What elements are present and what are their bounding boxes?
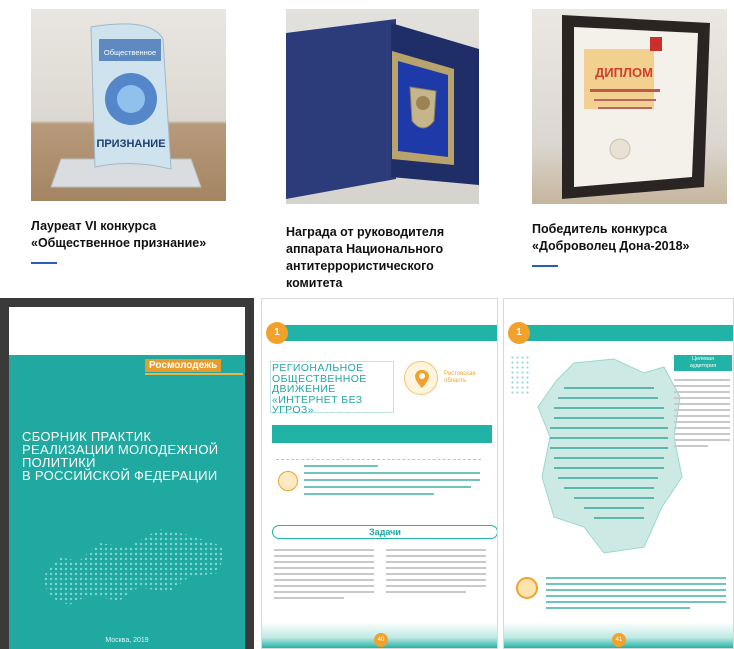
region-label: Ростовская область: [444, 371, 476, 385]
award-caption-1: Лауреат VI конкурса «Общественное призна…: [31, 218, 206, 252]
brochure-page-3[interactable]: 1 Целевая аудитория 41: [503, 298, 734, 649]
page-title: РЕГИОНАЛЬНОЕ ОБЩЕСТВЕННОЕ ДВИЖЕНИЕ «ИНТЕ…: [272, 363, 392, 416]
cover-page: Росмолодежь СБОРНИК ПРАКТИК РЕАЛИЗАЦИИ М…: [9, 307, 245, 649]
page-number: 41: [612, 633, 626, 647]
results-text: [546, 577, 726, 613]
location-pin-icon: [404, 361, 438, 395]
dot-pattern: [510, 355, 530, 395]
cover-city-year: Москва, 2019: [105, 637, 149, 644]
diploma-title-text: ДИПЛОМ: [595, 65, 653, 80]
caption-underline: [31, 262, 57, 264]
target-icon: [278, 471, 298, 491]
award-caption-line: аппарата Национального: [286, 242, 444, 256]
award-caption-line: комитета: [286, 276, 343, 290]
cover-brand-underline: [145, 373, 243, 375]
award-caption-2: Награда от руководителя аппарата Национа…: [286, 224, 444, 292]
glass-trophy-photo: Общественное ПРИЗНАНИЕ: [31, 9, 226, 201]
tasks-text-left: [274, 549, 374, 603]
russia-dot-map: [43, 529, 225, 605]
cover-title-line: В РОССИЙСКОЙ ФЕДЕРАЦИИ: [22, 468, 218, 483]
region-map: [537, 358, 683, 554]
plaque-photo: [286, 9, 479, 204]
page-title-line: РЕГИОНАЛЬНОЕ: [272, 362, 364, 374]
brochure-page-2[interactable]: 1 РЕГИОНАЛЬНОЕ ОБЩЕСТВЕННОЕ ДВИЖЕНИЕ «ИН…: [261, 298, 498, 649]
award-caption-line: Награда от руководителя: [286, 225, 445, 239]
audience-text: [674, 379, 730, 451]
goal-text-lines: [304, 465, 489, 500]
region-label-line: Ростовская: [444, 371, 476, 377]
target-audience-label: Целевая аудитория: [674, 355, 732, 371]
section-number-badge: 1: [508, 322, 530, 344]
cover-brand: Росмолодежь: [145, 359, 222, 372]
award-caption-line: антитеррористического: [286, 259, 434, 273]
page-header-bar: [272, 325, 497, 341]
award-caption-3: Победитель конкурса «Доброволец Дона-201…: [532, 221, 689, 255]
page-number: 40: [374, 633, 388, 647]
page-title-line: УГРОЗ»: [272, 404, 314, 416]
trophy-text-line1: Общественное: [104, 48, 156, 57]
page-title-line: ДВИЖЕНИЕ: [272, 383, 336, 395]
cover-title: СБОРНИК ПРАКТИК РЕАЛИЗАЦИИ МОЛОДЕЖНОЙ ПО…: [22, 430, 238, 482]
target-audience-line: аудитория: [689, 363, 717, 369]
section-number-badge: 1: [266, 322, 288, 344]
award-caption-line: Лауреат VI конкурса: [31, 219, 157, 233]
trophy-text-line2: ПРИЗНАНИЕ: [96, 138, 165, 150]
award-caption-line: «Доброволец Дона-2018»: [532, 239, 690, 253]
info-strip: [272, 425, 492, 443]
cover-top-band: [9, 307, 245, 355]
book-cover[interactable]: Росмолодежь СБОРНИК ПРАКТИК РЕАЛИЗАЦИИ М…: [0, 298, 254, 649]
page-header-bar: [514, 325, 733, 341]
diploma-photo: ДИПЛОМ: [532, 9, 727, 204]
tasks-heading: Задачи: [272, 525, 497, 539]
tasks-text-right: [386, 549, 486, 597]
caption-underline: [532, 265, 558, 267]
region-label-line: область: [444, 378, 467, 384]
award-caption-line: Победитель конкурса: [532, 222, 668, 236]
target-audience-line: Целевая: [691, 356, 715, 362]
coin-icon: [516, 577, 538, 599]
award-caption-line: «Общественное признание»: [31, 236, 207, 250]
